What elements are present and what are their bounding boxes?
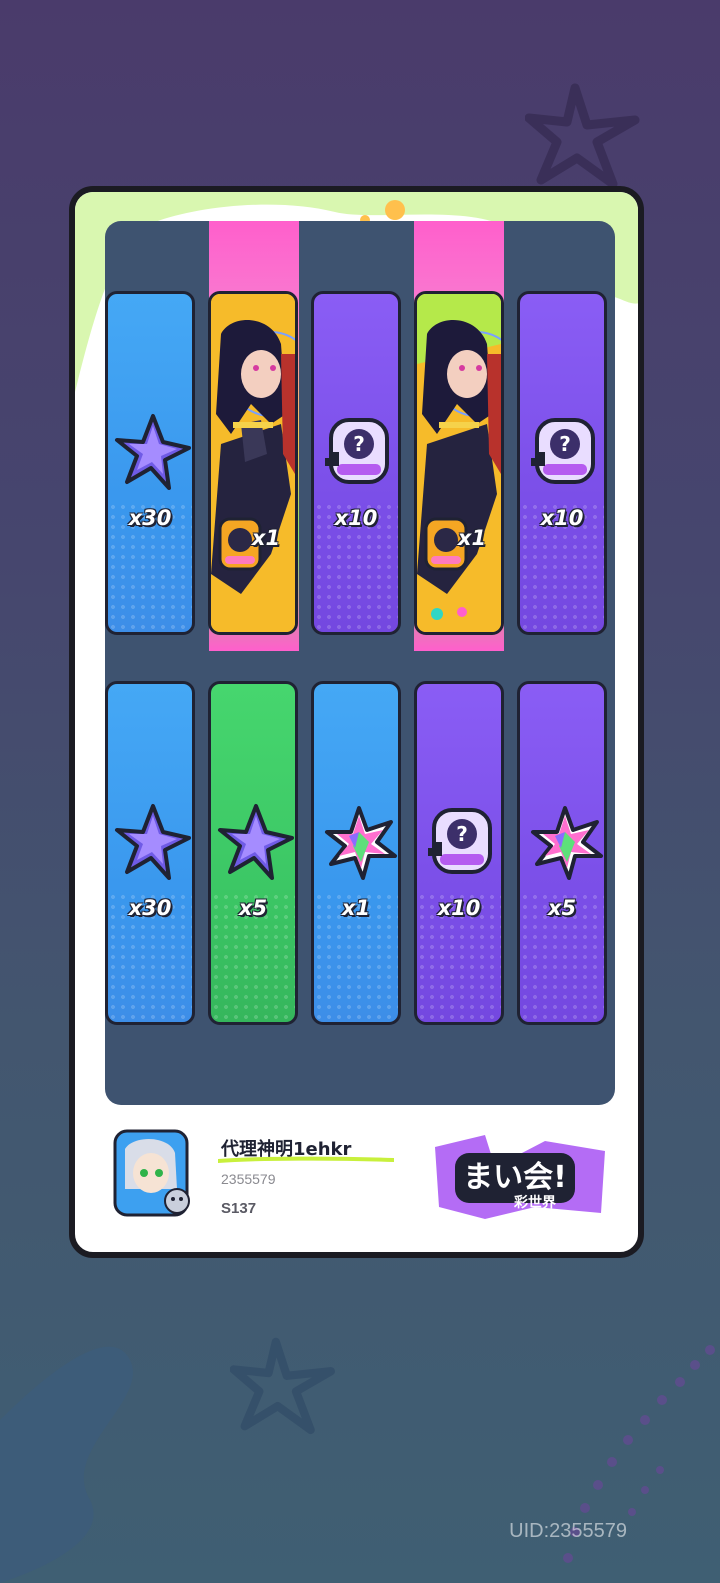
background-dots-decoration — [563, 1345, 715, 1563]
svg-text:彩世界: 彩世界 — [513, 1194, 557, 1211]
character-portrait-icon — [211, 294, 295, 632]
name-highlight-decoration — [218, 1156, 394, 1163]
player-id: 2355579 — [221, 1171, 276, 1187]
reward-quantity: x10 — [334, 506, 378, 530]
gacha-result-card: x30 x1 ? x10 x1 ? x10 x30 x5 x1 ? x10 x5… — [69, 186, 644, 1258]
purple-star-crystal-icon — [218, 804, 294, 880]
reward-tile[interactable]: x5 — [517, 681, 607, 1025]
purple-star-crystal-icon — [115, 414, 191, 490]
mystery-capsule-icon: ? — [325, 418, 389, 484]
purple-star-crystal-icon — [115, 804, 191, 880]
rainbow-leaf-icon — [531, 806, 603, 880]
svg-text:?: ? — [456, 822, 468, 846]
reward-tile-character[interactable]: x1 — [414, 291, 504, 635]
uid-label: UID:2355579 — [509, 1520, 627, 1542]
reward-tile[interactable]: ? x10 — [414, 681, 504, 1025]
reward-quantity: x5 — [238, 896, 268, 920]
reward-tile[interactable]: x30 — [105, 681, 195, 1025]
mystery-capsule-icon: ? — [428, 808, 492, 874]
background-splash-decoration — [0, 1346, 133, 1583]
reward-quantity: x30 — [128, 896, 172, 920]
reward-tile[interactable]: x5 — [208, 681, 298, 1025]
reward-quantity: x1 — [341, 896, 371, 920]
svg-text:まい会!: まい会! — [463, 1160, 567, 1195]
svg-text:?: ? — [559, 432, 571, 456]
reward-tile-character[interactable]: x1 — [208, 291, 298, 635]
reward-quantity: x1 — [457, 526, 487, 550]
reward-quantity: x30 — [128, 506, 172, 530]
rainbow-leaf-icon — [325, 806, 397, 880]
mystery-capsule-icon: ? — [531, 418, 595, 484]
background-star-icon — [525, 83, 640, 189]
reward-quantity: x10 — [540, 506, 584, 530]
reward-tile[interactable]: x1 — [311, 681, 401, 1025]
player-level: S137 — [221, 1200, 257, 1217]
reward-tile[interactable]: ? x10 — [311, 291, 401, 635]
reward-quantity: x10 — [437, 896, 481, 920]
svg-text:?: ? — [353, 432, 365, 456]
reward-tile[interactable]: x30 — [105, 291, 195, 635]
game-logo: まい会! 彩世界 — [435, 1135, 605, 1219]
reward-quantity: x1 — [251, 526, 281, 550]
character-portrait-icon — [417, 294, 501, 632]
reward-board: x30 x1 ? x10 x1 ? x10 x30 x5 x1 ? x10 x5 — [105, 221, 615, 1105]
reward-quantity: x5 — [547, 896, 577, 920]
reward-tile[interactable]: ? x10 — [517, 291, 607, 635]
player-avatar — [113, 1129, 190, 1217]
